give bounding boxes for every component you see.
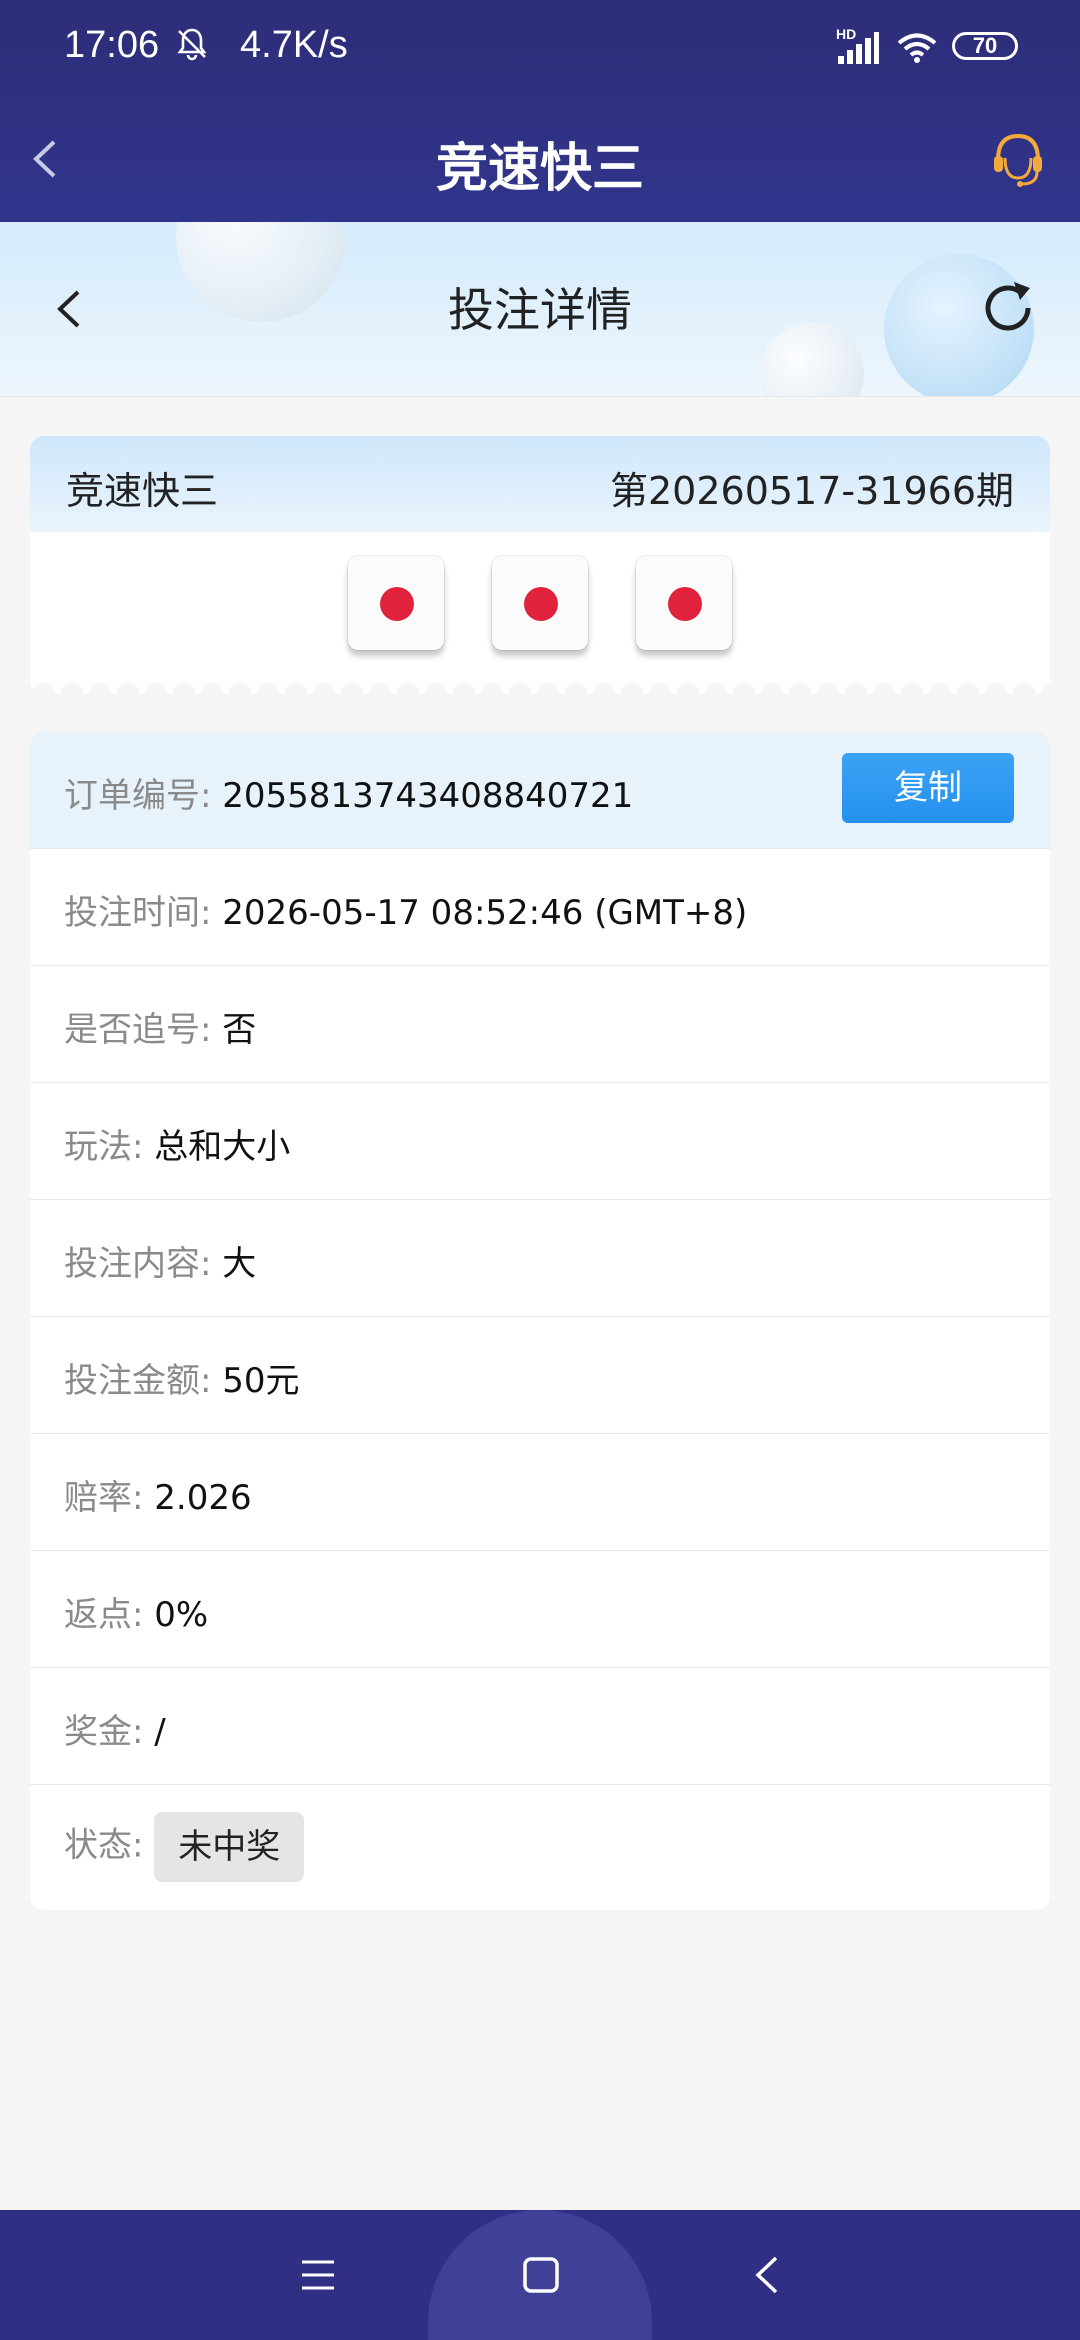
game-name: 竞速快三 <box>66 469 219 513</box>
die-pip <box>668 587 702 621</box>
bet-amount-label: 投注金额: <box>64 1361 212 1401</box>
mute-bell-icon <box>177 28 207 61</box>
play-type-value: 总和大小 <box>154 1127 291 1167</box>
status-time: 17:06 <box>64 24 160 66</box>
bet-time-row: 投注时间: 2026-05-17 08:52:46 (GMT+8) <box>30 849 1050 966</box>
battery-indicator: 70 <box>952 32 1018 60</box>
status-row: 状态: 未中奖 <box>30 1785 1050 1910</box>
menu-icon[interactable] <box>300 2258 336 2292</box>
order-number-label: 订单编号: <box>64 776 212 816</box>
page-header: 投注详情 <box>0 222 1080 397</box>
order-number-field: 订单编号: 2055813743408840721 <box>64 768 633 817</box>
bet-amount-field: 投注金额: 50元 <box>64 1353 300 1402</box>
prize-row: 奖金: / <box>30 1668 1050 1785</box>
play-type-field: 玩法: 总和大小 <box>64 1119 290 1168</box>
prize-label: 奖金: <box>64 1712 144 1752</box>
rebate-field: 返点: 0% <box>64 1587 208 1636</box>
chase-label: 是否追号: <box>64 1010 212 1050</box>
order-number-value: 2055813743408840721 <box>222 776 634 816</box>
odds-row: 赔率: 2.026 <box>30 1434 1050 1551</box>
customer-service-icon[interactable] <box>988 128 1048 190</box>
status-field: 状态: 未中奖 <box>64 1812 305 1882</box>
dice-row <box>30 556 1050 656</box>
chase-value: 否 <box>222 1010 257 1050</box>
status-bar: 17:06 4.7K/s HD 70 <box>0 0 1080 98</box>
chase-field: 是否追号: 否 <box>64 1002 256 1051</box>
draw-period: 第20260517-31966期 <box>609 469 1014 513</box>
bet-time-label: 投注时间: <box>64 893 212 933</box>
bet-content-value: 大 <box>222 1244 257 1284</box>
status-label: 状态: <box>64 1825 144 1866</box>
bet-details-card: 订单编号: 2055813743408840721 复制 投注时间: 2026-… <box>30 732 1050 1910</box>
ticket-edge-divider <box>30 680 1050 694</box>
play-type-row: 玩法: 总和大小 <box>30 1083 1050 1200</box>
network-speed: 4.7K/s <box>240 24 348 66</box>
bet-amount-value: 50元 <box>222 1361 300 1401</box>
rebate-value: 0% <box>154 1595 209 1635</box>
die-1 <box>348 556 444 650</box>
order-number-row: 订单编号: 2055813743408840721 复制 <box>30 732 1050 849</box>
signal-icon <box>838 32 879 64</box>
wifi-icon <box>897 33 937 63</box>
draw-result-card: 竞速快三 第20260517-31966期 <box>30 436 1050 694</box>
odds-label: 赔率: <box>64 1478 144 1518</box>
top-app-bar: 17:06 4.7K/s HD 70 竞速快三 <box>0 0 1080 222</box>
system-navigation-bar <box>0 2210 1080 2340</box>
die-3 <box>636 556 732 650</box>
copy-button[interactable]: 复制 <box>842 753 1014 823</box>
bet-time-value: 2026-05-17 08:52:46 (GMT+8) <box>222 893 748 933</box>
home-icon[interactable] <box>522 2256 560 2294</box>
status-badge: 未中奖 <box>154 1812 305 1882</box>
page-title: 投注详情 <box>448 283 632 337</box>
rebate-label: 返点: <box>64 1595 144 1635</box>
die-pip <box>524 587 558 621</box>
prize-value: / <box>154 1712 166 1752</box>
bet-content-row: 投注内容: 大 <box>30 1200 1050 1317</box>
chase-row: 是否追号: 否 <box>30 966 1050 1083</box>
refresh-icon[interactable] <box>978 278 1038 338</box>
bet-content-field: 投注内容: 大 <box>64 1236 256 1285</box>
rebate-row: 返点: 0% <box>30 1551 1050 1668</box>
play-type-label: 玩法: <box>64 1127 144 1167</box>
app-title: 竞速快三 <box>435 139 644 199</box>
prize-field: 奖金: / <box>64 1704 166 1753</box>
draw-card-header: 竞速快三 第20260517-31966期 <box>30 436 1050 532</box>
odds-field: 赔率: 2.026 <box>64 1470 252 1519</box>
die-2 <box>492 556 588 650</box>
die-pip <box>380 587 414 621</box>
navigation-bar: 竞速快三 <box>0 98 1080 222</box>
bet-time-field: 投注时间: 2026-05-17 08:52:46 (GMT+8) <box>64 885 747 934</box>
odds-value: 2.026 <box>154 1478 252 1518</box>
bet-content-label: 投注内容: <box>64 1244 212 1284</box>
bet-amount-row: 投注金额: 50元 <box>30 1317 1050 1434</box>
system-back-icon[interactable] <box>752 2254 782 2296</box>
